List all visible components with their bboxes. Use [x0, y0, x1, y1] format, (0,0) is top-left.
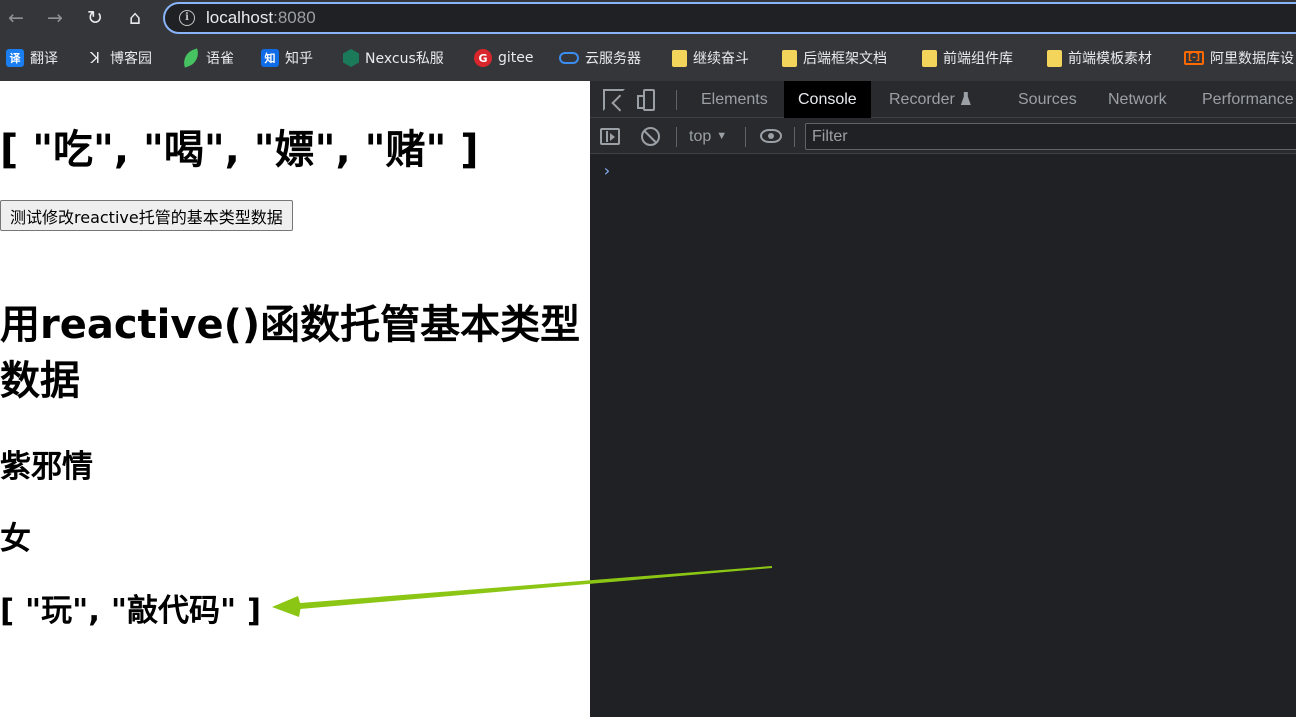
- url-text[interactable]: localhost:8080: [206, 8, 316, 28]
- console-prompt[interactable]: ›: [602, 161, 612, 180]
- bookmark-folder-backend[interactable]: 后端框架文档: [782, 44, 887, 72]
- bookmark-folder-components[interactable]: 前端组件库: [922, 44, 1013, 72]
- array-heading: [ "吃", "喝", "嫖", "赌" ]: [0, 127, 479, 173]
- address-bar[interactable]: i localhost:8080: [163, 2, 1296, 34]
- inspect-element-icon[interactable]: [603, 89, 625, 111]
- gitee-icon: G: [474, 49, 492, 67]
- dropdown-caret-icon: ▼: [716, 130, 728, 142]
- bookmark-label: gitee: [498, 50, 534, 66]
- page-viewport: [ "吃", "喝", "嫖", "赌" ] 测试修改reactive托管的基本…: [0, 81, 590, 717]
- experiment-flask-icon: [960, 92, 971, 105]
- tab-recorder-label: Recorder: [889, 91, 955, 108]
- folder-icon: [672, 49, 687, 67]
- bookmark-gitee[interactable]: G gitee: [474, 44, 534, 72]
- url-port: :8080: [273, 8, 316, 27]
- bookmark-label: 博客园: [110, 51, 152, 67]
- cnblogs-icon: ꓘ: [90, 49, 100, 67]
- folder-icon: [1047, 49, 1062, 67]
- home-icon[interactable]: ⌂: [121, 4, 149, 32]
- devtools-tab-bar: Elements Console Recorder Sources Networ…: [590, 81, 1296, 118]
- back-arrow-icon[interactable]: ←: [2, 4, 30, 32]
- translate-icon: 译: [6, 49, 24, 67]
- aliyun-icon: [-]: [1184, 51, 1204, 65]
- bookmark-zhihu[interactable]: 知 知乎: [261, 44, 313, 72]
- tab-performance[interactable]: Performance: [1188, 81, 1296, 118]
- tab-sources[interactable]: Sources: [1004, 81, 1091, 118]
- bookmark-yuque[interactable]: 语雀: [180, 44, 234, 72]
- console-toolbar: top ▼: [590, 118, 1296, 154]
- tab-elements[interactable]: Elements: [687, 81, 782, 118]
- bookmark-nexus[interactable]: Nexcus私服: [343, 44, 444, 72]
- bookmark-cloud-server[interactable]: 云服务器: [559, 44, 641, 72]
- bookmark-label: 后端框架文档: [803, 51, 887, 67]
- bookmark-label: 云服务器: [585, 51, 641, 67]
- bookmark-label: Nexcus私服: [365, 51, 444, 67]
- bookmark-label: 阿里数据库设: [1210, 51, 1294, 67]
- zhihu-icon: 知: [261, 49, 279, 67]
- hobby-heading: [ "玩", "敲代码" ]: [0, 593, 262, 629]
- bookmark-translate[interactable]: 译 翻译: [6, 44, 58, 72]
- browser-toolbar: ← → ↻ ⌂ i localhost:8080: [0, 0, 1296, 36]
- tab-recorder[interactable]: Recorder: [875, 81, 985, 118]
- browser-chrome: ← → ↻ ⌂ i localhost:8080 译 翻译 ꓘ 博客园 语雀 知…: [0, 0, 1296, 81]
- nexus-icon: [343, 49, 359, 67]
- context-selector[interactable]: top ▼: [689, 118, 727, 154]
- bookmark-label: 语雀: [206, 51, 234, 67]
- console-filter-input[interactable]: [805, 123, 1296, 150]
- divider: [676, 127, 677, 147]
- tab-console[interactable]: Console: [784, 81, 871, 118]
- bookmark-aliyun[interactable]: [-] 阿里数据库设: [1184, 44, 1294, 72]
- divider: [745, 127, 746, 147]
- cloud-icon: [559, 52, 579, 64]
- bookmark-label: 继续奋斗: [693, 51, 749, 67]
- yuque-icon: [180, 48, 202, 68]
- bookmark-label: 翻译: [30, 51, 58, 67]
- gender-heading: 女: [0, 521, 31, 557]
- divider: [794, 127, 795, 147]
- bookmarks-bar: 译 翻译 ꓘ 博客园 语雀 知 知乎 Nexcus私服 G gitee 云服务器: [0, 44, 1296, 72]
- bookmark-label: 前端组件库: [943, 51, 1013, 67]
- name-heading: 紫邪情: [0, 449, 93, 485]
- url-host: localhost: [206, 8, 274, 27]
- bookmark-label: 前端模板素材: [1068, 51, 1152, 67]
- bookmark-label: 知乎: [285, 51, 313, 67]
- bookmark-folder-jixu[interactable]: 继续奋斗: [672, 44, 749, 72]
- site-info-icon[interactable]: i: [179, 10, 195, 26]
- bookmark-cnblogs[interactable]: ꓘ 博客园: [86, 44, 152, 72]
- page-title: 用reactive()函数托管基本类型数据: [0, 302, 581, 404]
- forward-arrow-icon[interactable]: →: [41, 4, 69, 32]
- device-toolbar-icon[interactable]: [637, 89, 657, 111]
- live-expression-eye-icon[interactable]: [760, 129, 782, 143]
- divider: [676, 90, 677, 110]
- folder-icon: [922, 49, 937, 67]
- devtools-panel: Elements Console Recorder Sources Networ…: [590, 81, 1296, 717]
- clear-console-icon[interactable]: [641, 127, 660, 146]
- bookmark-folder-templates[interactable]: 前端模板素材: [1047, 44, 1152, 72]
- test-modify-reactive-button[interactable]: 测试修改reactive托管的基本类型数据: [0, 200, 293, 231]
- context-value: top: [689, 128, 712, 145]
- reload-icon[interactable]: ↻: [81, 4, 109, 32]
- folder-icon: [782, 49, 797, 67]
- tab-network[interactable]: Network: [1094, 81, 1181, 118]
- show-sidebar-icon[interactable]: [600, 128, 620, 145]
